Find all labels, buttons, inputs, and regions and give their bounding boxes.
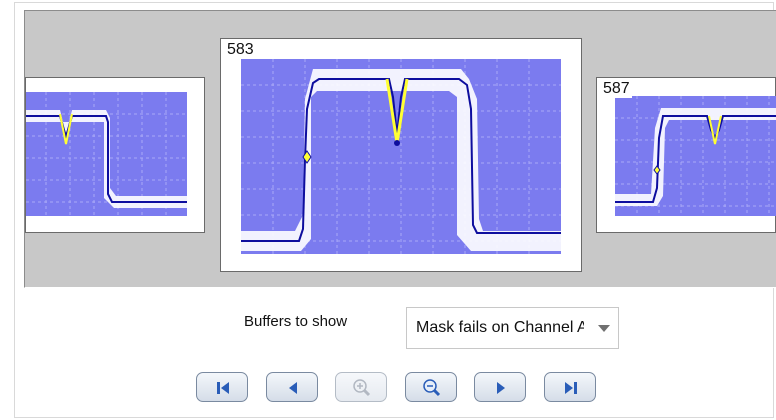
buffer-strip: 583 587	[24, 10, 776, 288]
buffers-to-show-dropdown[interactable]: Mask fails on Channel A	[406, 307, 619, 349]
zoom-out-button[interactable]	[405, 372, 457, 402]
buffers-to-show-label: Buffers to show	[244, 313, 348, 330]
chevron-down-icon	[598, 325, 610, 332]
last-buffer-icon	[565, 382, 577, 394]
next-buffer-button[interactable]	[474, 372, 526, 402]
last-buffer-button[interactable]	[544, 372, 596, 402]
thumbnail-label: 587	[601, 80, 632, 98]
zoom-in-button[interactable]	[335, 372, 387, 402]
first-buffer-button[interactable]	[196, 372, 248, 402]
zoom-in-icon	[353, 379, 371, 397]
waveform-plot	[615, 96, 776, 216]
waveform-plot	[241, 59, 561, 254]
dropdown-value: Mask fails on Channel A	[416, 319, 584, 336]
thumbnail-previous[interactable]	[25, 77, 205, 233]
next-buffer-icon	[497, 382, 505, 394]
thumbnail-next[interactable]: 587	[596, 77, 776, 233]
thumbnail-label: 583	[225, 41, 256, 59]
zoom-out-icon	[423, 379, 441, 397]
thumbnail-selected[interactable]: 583	[220, 38, 582, 272]
first-buffer-icon	[217, 382, 229, 394]
previous-buffer-button[interactable]	[266, 372, 318, 402]
waveform-plot	[26, 92, 187, 216]
previous-buffer-icon	[289, 382, 297, 394]
